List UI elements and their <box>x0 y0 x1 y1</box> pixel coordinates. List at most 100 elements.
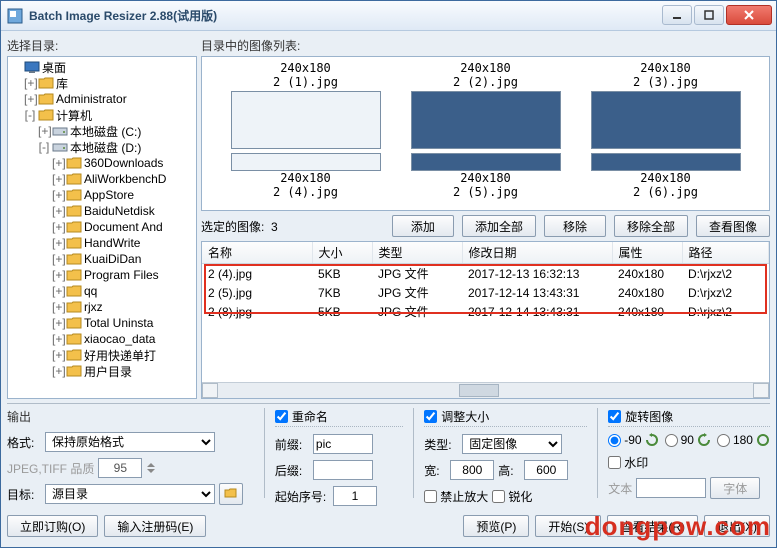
rename-checkbox[interactable] <box>275 410 288 423</box>
tree-node[interactable]: [+]本地磁盘 (C:) <box>10 123 194 139</box>
rot-180-radio[interactable] <box>717 434 730 447</box>
tree-twisty-icon[interactable]: [+] <box>52 348 64 362</box>
cell-size: 5KB <box>312 302 372 321</box>
tree-node[interactable]: [+]Total Uninsta <box>10 315 194 331</box>
tree-twisty-icon[interactable]: [+] <box>52 300 64 314</box>
tree-node[interactable]: [+]库 <box>10 75 194 91</box>
enter-reg-button[interactable]: 输入注册码(E) <box>104 515 206 537</box>
tree-twisty-icon[interactable]: [-] <box>24 108 36 122</box>
output-label: 输出 <box>7 408 254 425</box>
tree-twisty-icon[interactable]: [+] <box>52 364 64 378</box>
thumbnail[interactable]: 240x1802 (5).jpg <box>411 151 561 199</box>
thumbnail[interactable]: 240x1802 (6).jpg <box>591 151 741 199</box>
tree-twisty-icon[interactable]: [+] <box>52 188 64 202</box>
no-enlarge-label: 禁止放大 <box>440 488 488 505</box>
tree-node[interactable]: [+]HandWrite <box>10 235 194 251</box>
thumbnail[interactable]: 240x1802 (4).jpg <box>231 151 381 199</box>
col-type[interactable]: 类型 <box>372 242 462 264</box>
tree-twisty-icon[interactable]: [+] <box>24 92 36 106</box>
tree-node[interactable]: [+]qq <box>10 283 194 299</box>
tree-twisty-icon[interactable]: [+] <box>52 204 64 218</box>
tree-twisty-icon[interactable]: [+] <box>52 332 64 346</box>
col-attr[interactable]: 属性 <box>612 242 682 264</box>
no-enlarge-checkbox[interactable] <box>424 490 437 503</box>
tree-node[interactable]: [+]AppStore <box>10 187 194 203</box>
order-now-button[interactable]: 立即订购(O) <box>7 515 98 537</box>
tree-node[interactable]: [-]计算机 <box>10 107 194 123</box>
exit-button[interactable]: 退出(X) <box>704 515 770 537</box>
tree-node[interactable]: [+]360Downloads <box>10 155 194 171</box>
tree-twisty-icon[interactable]: [+] <box>52 172 64 186</box>
view-result-button[interactable]: 查看结果(R) <box>607 515 698 537</box>
tree-node[interactable]: [+] Document And <box>10 219 194 235</box>
type-select[interactable]: 固定图像 <box>462 434 562 454</box>
minimize-button[interactable] <box>662 5 692 25</box>
width-input[interactable] <box>450 460 494 480</box>
format-select[interactable]: 保持原始格式 <box>45 432 215 452</box>
tree-node[interactable]: [+]BaiduNetdisk <box>10 203 194 219</box>
col-path[interactable]: 路径 <box>682 242 769 264</box>
tree-twisty-icon[interactable]: [+] <box>38 124 50 138</box>
watermark-checkbox[interactable] <box>608 456 621 469</box>
horizontal-scrollbar[interactable] <box>202 382 769 398</box>
tree-node[interactable]: [+]Administrator <box>10 91 194 107</box>
tree-twisty-icon[interactable]: [+] <box>52 252 64 266</box>
dir-list-label: 目录中的图像列表: <box>201 37 770 54</box>
table-row[interactable]: 2 (4).jpg5KBJPG 文件2017-12-13 16:32:13240… <box>202 264 769 284</box>
rotate-checkbox[interactable] <box>608 410 621 423</box>
thumb-caption: 240x1802 (6).jpg <box>591 171 741 199</box>
thumbnail[interactable]: 240x1802 (2).jpg <box>411 61 561 149</box>
cell-size: 5KB <box>312 264 372 284</box>
remove-all-button[interactable]: 移除全部 <box>614 215 688 237</box>
tree-twisty-icon[interactable]: [+] <box>52 268 64 282</box>
tree-label: Document And <box>84 220 163 234</box>
tree-node[interactable]: [-]本地磁盘 (D:) <box>10 139 194 155</box>
browse-button[interactable] <box>219 483 243 505</box>
tree-twisty-icon[interactable]: [-] <box>38 140 50 154</box>
view-image-button[interactable]: 查看图像 <box>696 215 770 237</box>
tree-twisty-icon[interactable]: [+] <box>52 156 64 170</box>
start-button[interactable]: 开始(S) <box>535 515 601 537</box>
thumbnail[interactable]: 240x1802 (1).jpg <box>231 61 381 149</box>
tree-twisty-icon[interactable]: [+] <box>52 220 64 234</box>
add-all-button[interactable]: 添加全部 <box>462 215 536 237</box>
col-name[interactable]: 名称 <box>202 242 312 264</box>
tree-node[interactable]: [+]Program Files <box>10 267 194 283</box>
rot-90-radio[interactable] <box>665 434 678 447</box>
rot-neg90-radio[interactable] <box>608 434 621 447</box>
resize-checkbox[interactable] <box>424 410 437 423</box>
close-button[interactable] <box>726 5 772 25</box>
tree-node[interactable]: [+]rjxz <box>10 299 194 315</box>
maximize-button[interactable] <box>694 5 724 25</box>
remove-button[interactable]: 移除 <box>544 215 606 237</box>
sharpen-checkbox[interactable] <box>492 490 505 503</box>
tree-twisty-icon[interactable]: [+] <box>52 284 64 298</box>
target-select[interactable]: 源目录 <box>45 484 215 504</box>
suffix-input[interactable] <box>313 460 373 480</box>
add-button[interactable]: 添加 <box>392 215 454 237</box>
tree-node[interactable]: 桌面 <box>10 59 194 75</box>
tree-node[interactable]: [+]xiaocao_data <box>10 331 194 347</box>
tree-node[interactable]: [+]KuaiDiDan <box>10 251 194 267</box>
height-input[interactable] <box>524 460 568 480</box>
startnum-input[interactable] <box>333 486 377 506</box>
tree-node[interactable]: [+] AliWorkbenchD <box>10 171 194 187</box>
tree-twisty-icon[interactable]: [+] <box>52 236 64 250</box>
preview-button[interactable]: 预览(P) <box>463 515 529 537</box>
directory-tree[interactable]: 桌面[+]库[+]Administrator[-]计算机[+]本地磁盘 (C:)… <box>7 56 197 399</box>
prefix-input[interactable] <box>313 434 373 454</box>
table-row[interactable]: 2 (8).jpg5KBJPG 文件2017-12-14 13:43:31240… <box>202 302 769 321</box>
width-label: 宽: <box>424 462 446 479</box>
cell-type: JPG 文件 <box>372 264 462 284</box>
tree-label: AliWorkbenchD <box>84 172 166 186</box>
selected-file-list[interactable]: 名称 大小 类型 修改日期 属性 路径 2 (4).jpg5KBJPG 文件20… <box>201 241 770 399</box>
tree-twisty-icon[interactable]: [+] <box>24 76 36 90</box>
tree-twisty-icon[interactable]: [+] <box>52 316 64 330</box>
col-size[interactable]: 大小 <box>312 242 372 264</box>
tree-node[interactable]: [+]用户目录 <box>10 363 194 379</box>
thumbnail-pane[interactable]: 240x1802 (1).jpg240x1802 (2).jpg240x1802… <box>201 56 770 211</box>
table-row[interactable]: 2 (5).jpg7KBJPG 文件2017-12-14 13:43:31240… <box>202 283 769 302</box>
tree-node[interactable]: [+]好用快递单打 <box>10 347 194 363</box>
col-modified[interactable]: 修改日期 <box>462 242 612 264</box>
thumbnail[interactable]: 240x1802 (3).jpg <box>591 61 741 149</box>
